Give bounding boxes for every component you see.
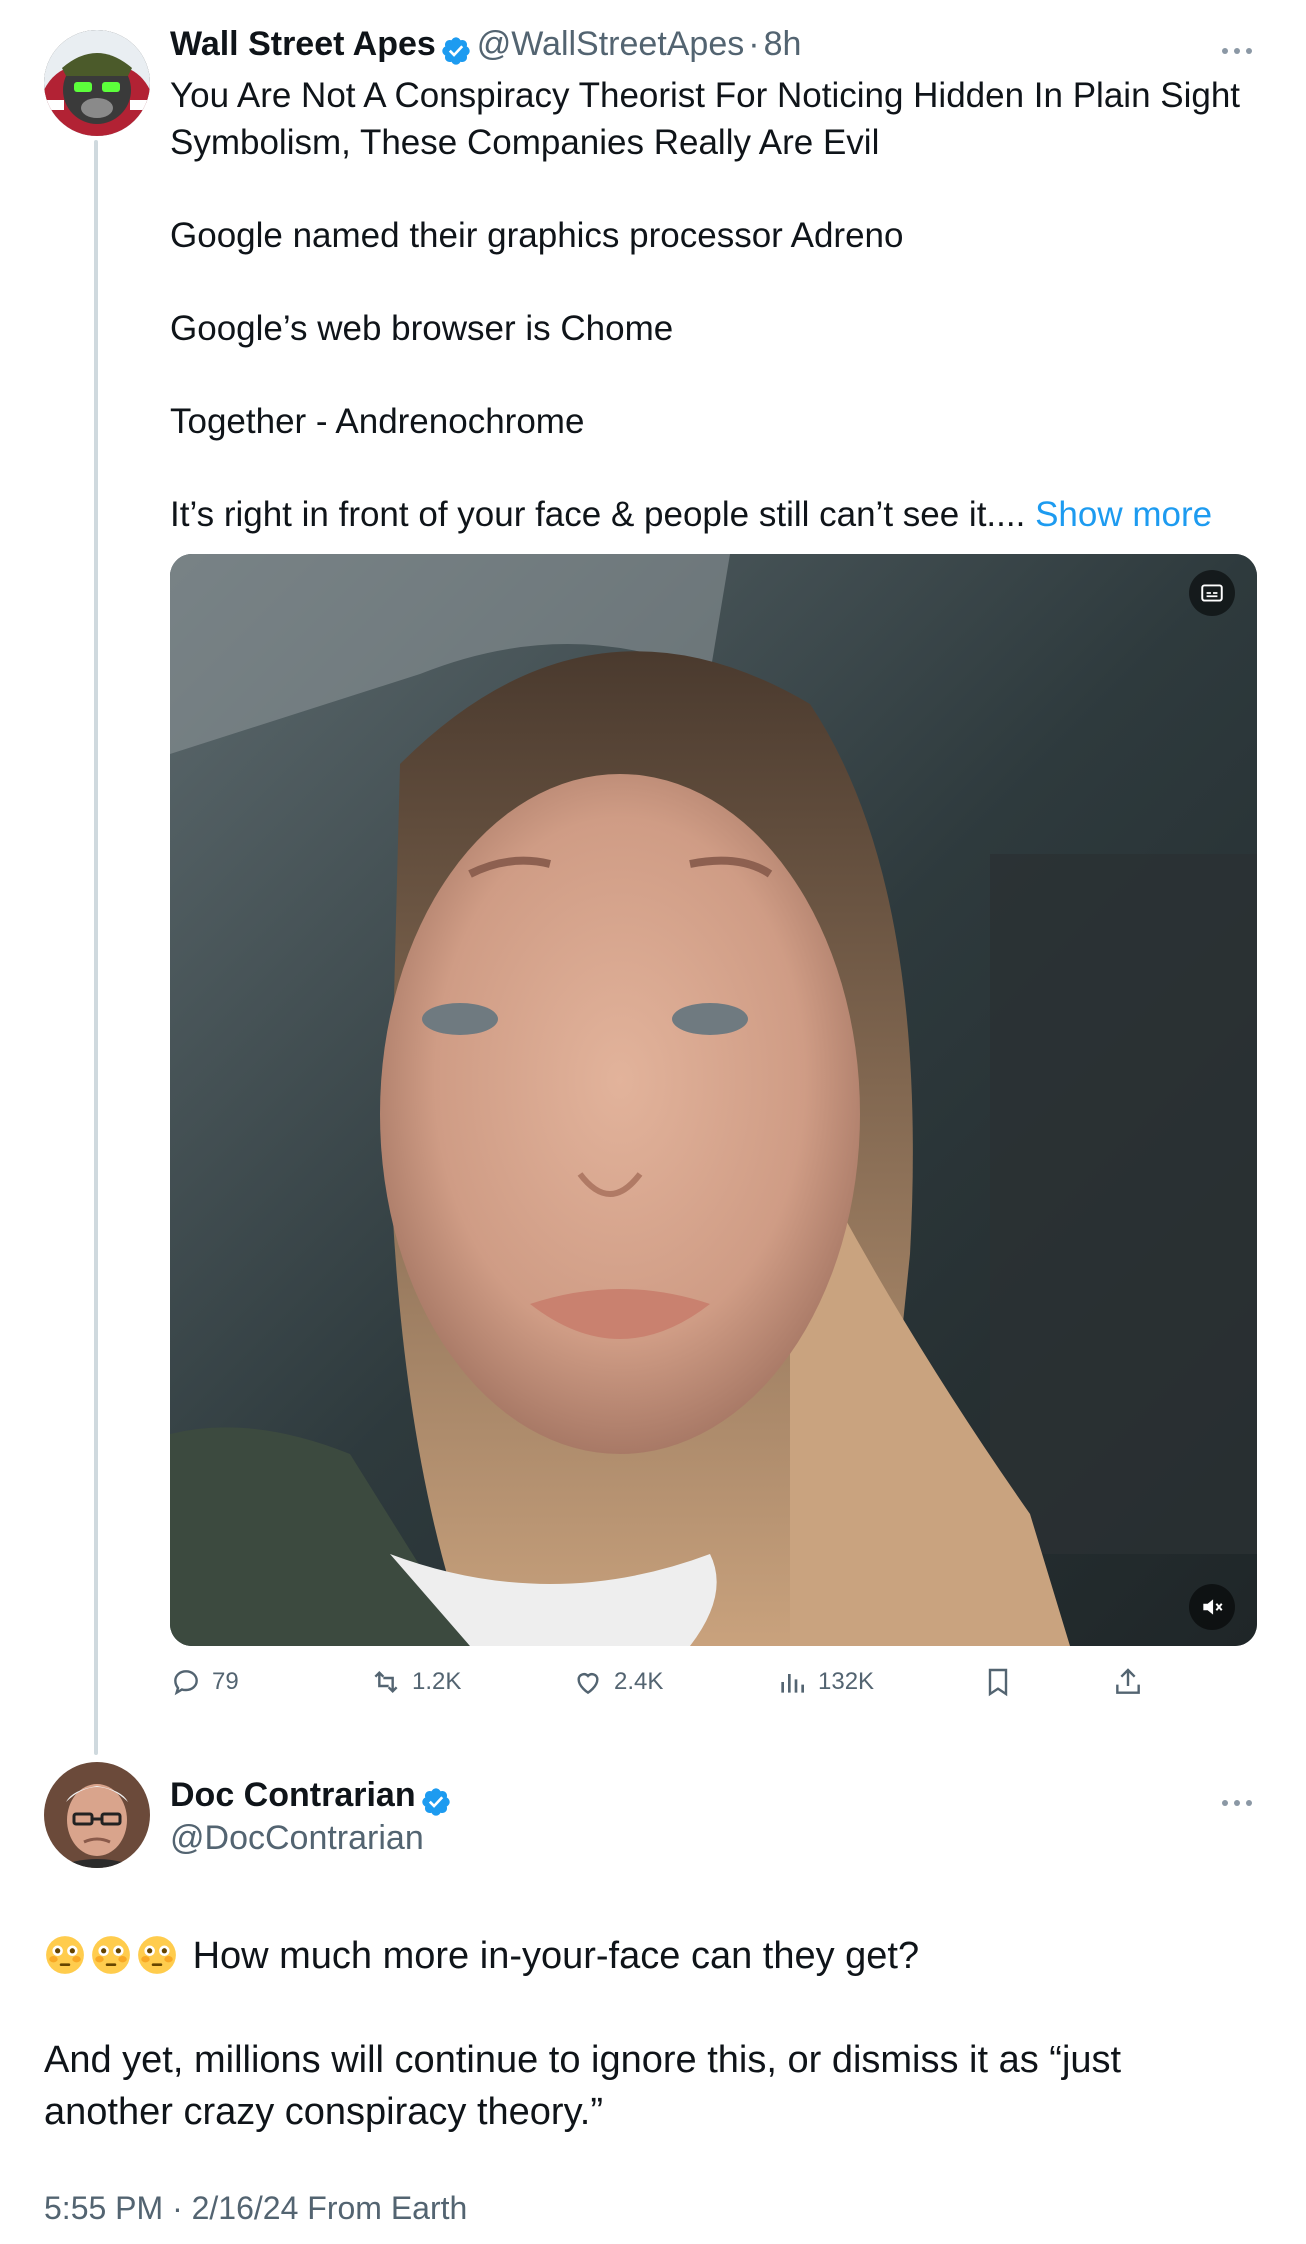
like-action[interactable]: 2.4K (572, 1666, 663, 1698)
ape-avatar-image (44, 30, 150, 136)
author-name[interactable]: Wall Street Apes (170, 25, 436, 63)
author-handle[interactable]: @WallStreetApes (477, 25, 745, 63)
share-button[interactable] (1112, 1666, 1144, 1698)
reply-count: 79 (212, 1668, 239, 1695)
repost-action[interactable]: 1.2K (370, 1666, 461, 1698)
tweet-text: You Are Not A Conspiracy Theorist For No… (170, 72, 1250, 538)
view-count: 132K (818, 1668, 875, 1695)
tweet-header: Wall Street Apes @WallStreetApes · 8h (170, 24, 801, 67)
tweet-text-line: Together - Andrenochrome (170, 402, 585, 441)
tweet-text-line: It’s right in front of your face & peopl… (170, 495, 1026, 534)
reply-text-line: another crazy conspiracy theory.” (44, 2091, 603, 2133)
captions-icon (1201, 584, 1223, 602)
flushed-face-emoji-icon (46, 1936, 84, 1974)
views-action[interactable]: 132K (776, 1666, 874, 1698)
muted-speaker-icon (1203, 1599, 1223, 1615)
reply-author-handle[interactable]: @DocContrarian (170, 1818, 424, 1858)
thread-connector-line (94, 140, 98, 1755)
tweet-text-line: Google’s web browser is Chome (170, 309, 674, 348)
verified-badge-icon (422, 1788, 450, 1816)
show-more-link[interactable]: Show more (1035, 495, 1212, 534)
flushed-face-emoji-icon (92, 1936, 130, 1974)
bookmark-button[interactable] (982, 1666, 1014, 1698)
reply-text-line: How much more in-your-face can they get? (192, 1935, 920, 1977)
tweet-time[interactable]: 8h (764, 25, 802, 63)
ellipsis-icon (1222, 1800, 1252, 1806)
doc-avatar-image (44, 1762, 150, 1868)
reply-header: Doc Contrarian (170, 1775, 452, 1818)
heart-icon (577, 1673, 599, 1695)
share-icon (1116, 1668, 1140, 1694)
verified-badge-icon (442, 37, 470, 65)
ellipsis-icon (1222, 48, 1252, 54)
meta-separator: · (748, 25, 760, 63)
tweet-text-line: Google named their graphics processor Ad… (170, 216, 904, 255)
reply-timestamp[interactable]: 5:55 PM · 2/16/24 From Earth (44, 2190, 467, 2227)
tweet-text-line: Symbolism, These Companies Really Are Ev… (170, 123, 880, 162)
reply-text-line: And yet, millions will continue to ignor… (44, 2039, 1122, 2081)
reply-text: How much more in-your-face can they get?… (44, 1930, 1244, 2138)
reply-more-options-button[interactable] (1220, 1782, 1254, 1816)
flushed-face-emoji-icon (138, 1936, 176, 1974)
reply-author-name[interactable]: Doc Contrarian (170, 1776, 416, 1814)
repost-icon (374, 1670, 398, 1694)
more-options-button[interactable] (1220, 30, 1254, 64)
like-count: 2.4K (614, 1668, 664, 1695)
reply-action[interactable]: 79 (170, 1666, 239, 1698)
reply-icon (174, 1670, 198, 1696)
video-frame-image (170, 554, 1257, 1646)
tweet-video[interactable] (170, 554, 1257, 1646)
bookmark-icon (988, 1668, 1008, 1697)
repost-count: 1.2K (412, 1668, 462, 1695)
analytics-icon (781, 1674, 804, 1693)
captions-button[interactable] (1189, 570, 1235, 616)
unmute-button[interactable] (1189, 1584, 1235, 1630)
author-avatar[interactable] (44, 30, 150, 136)
reply-author-avatar[interactable] (44, 1762, 150, 1868)
tweet-text-line: You Are Not A Conspiracy Theorist For No… (170, 76, 1241, 115)
